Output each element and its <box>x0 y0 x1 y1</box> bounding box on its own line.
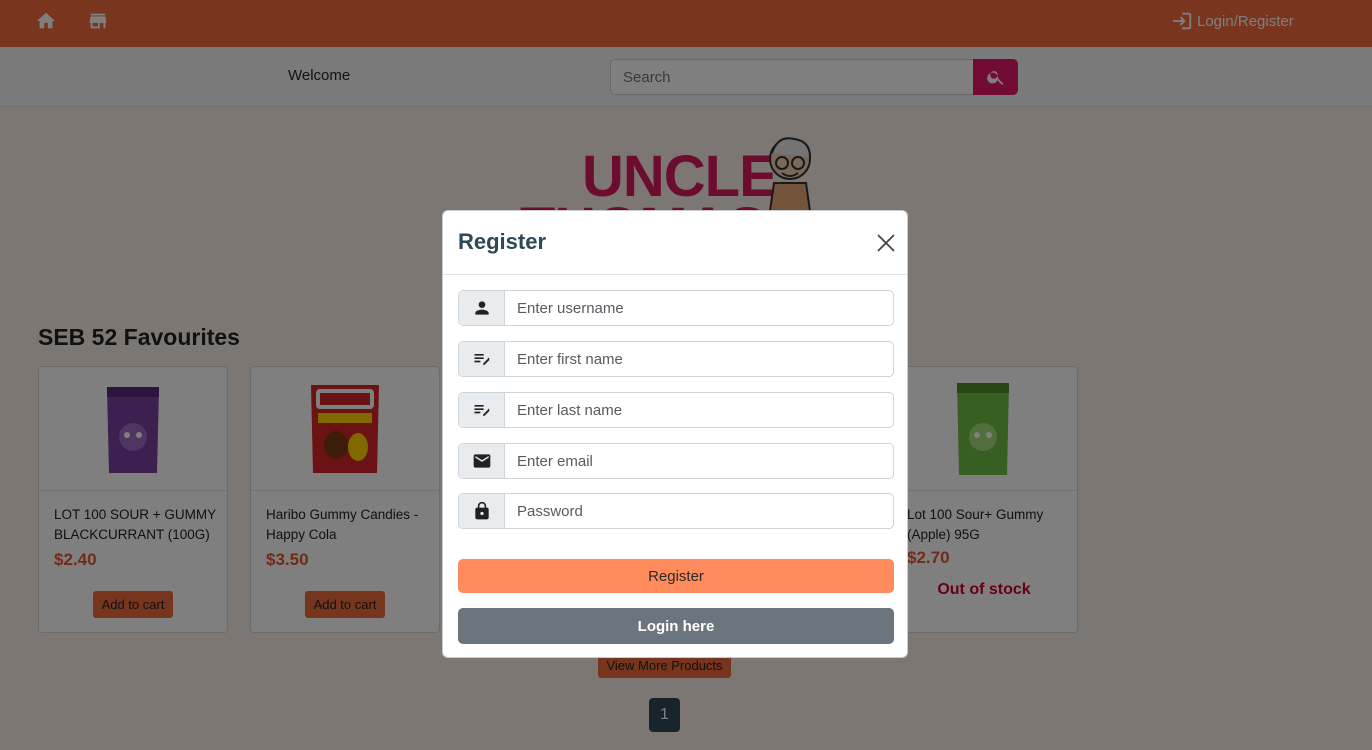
username-field <box>458 290 894 326</box>
close-button[interactable] <box>875 232 897 254</box>
register-modal: Register Register Login here <box>442 210 908 658</box>
edit-note-icon <box>474 405 489 416</box>
first-name-input[interactable] <box>505 342 893 376</box>
person-icon <box>474 301 489 315</box>
email-addon <box>459 444 505 478</box>
first-name-addon <box>459 342 505 376</box>
password-addon <box>459 494 505 528</box>
username-addon <box>459 291 505 325</box>
password-input[interactable] <box>505 494 893 528</box>
close-icon <box>877 234 895 252</box>
email-input[interactable] <box>505 444 893 478</box>
modal-title: Register <box>458 229 547 254</box>
lock-icon <box>474 501 489 520</box>
envelope-icon <box>473 454 490 468</box>
first-name-field <box>458 341 894 377</box>
last-name-field <box>458 392 894 428</box>
modal-header: Register <box>443 211 907 275</box>
username-input[interactable] <box>505 291 893 325</box>
last-name-addon <box>459 393 505 427</box>
last-name-input[interactable] <box>505 393 893 427</box>
register-button[interactable]: Register <box>458 559 894 593</box>
password-field <box>458 493 894 529</box>
email-field <box>458 443 894 479</box>
edit-note-icon <box>474 354 489 365</box>
login-here-button[interactable]: Login here <box>458 608 894 644</box>
